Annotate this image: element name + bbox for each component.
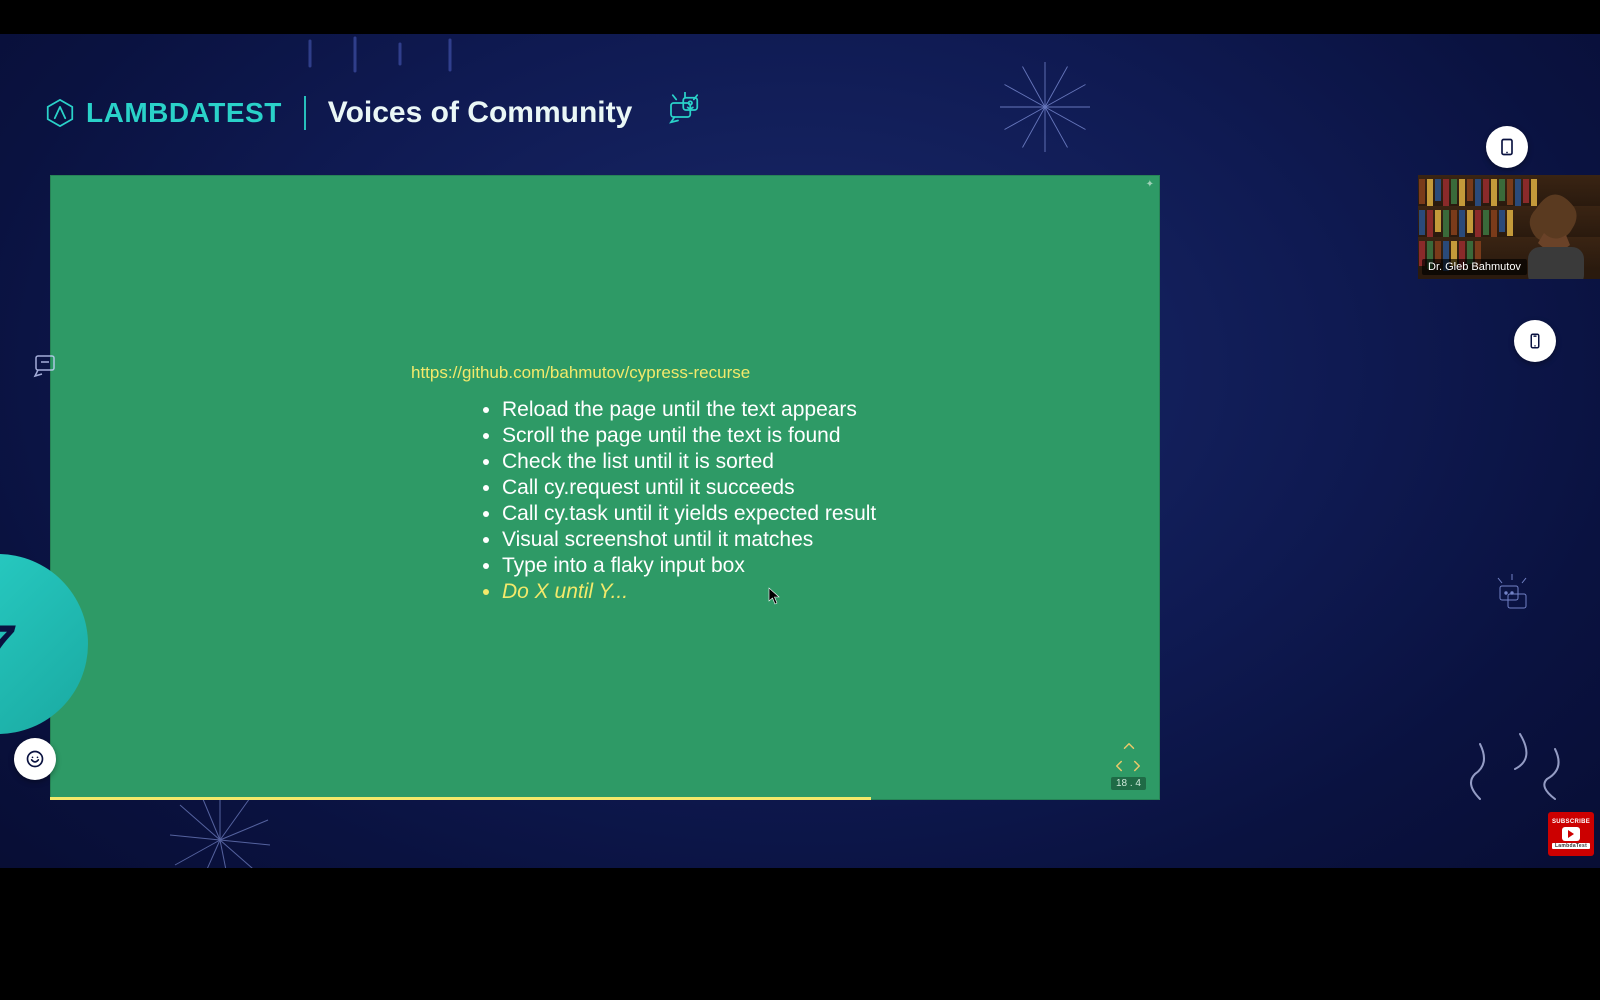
slide-bullet-list: Reload the page until the text appears S… — [480, 397, 876, 605]
slide-bullet: Scroll the page until the text is found — [502, 423, 876, 449]
header-chat-icon — [664, 92, 706, 133]
subscribe-badge[interactable]: SUBSCRIBE LambdaTest — [1548, 812, 1594, 856]
smile-check-icon — [25, 749, 45, 769]
device-tablet-button[interactable] — [1486, 126, 1528, 168]
lambdatest-logo-icon — [46, 99, 74, 127]
brand-name: LAMBDATEST — [86, 97, 282, 129]
slide-bullet: Type into a flaky input box — [502, 553, 876, 579]
header-separator — [304, 96, 306, 130]
slide-bullet: Reload the page until the text appears — [502, 397, 876, 423]
slide-url[interactable]: https://github.com/bahmutov/cypress-recu… — [411, 363, 750, 383]
slide-corner-star-icon: ✦ — [1146, 179, 1154, 190]
big-circle-glyph: 7 — [0, 612, 22, 677]
slide-nav-up-icon[interactable] — [1120, 737, 1138, 755]
decor-starburst-1 — [1000, 62, 1090, 152]
slide-bullet-emph: Do X until Y... — [502, 579, 876, 605]
letterbox-top — [0, 0, 1600, 34]
slide-progress-bar — [50, 797, 871, 800]
slide-nav-next-icon[interactable] — [1128, 757, 1146, 775]
header-title: Voices of Community — [328, 96, 632, 130]
youtube-play-icon — [1562, 827, 1580, 841]
status-smile-button[interactable] — [14, 738, 56, 780]
slide-bullet: Call cy.task until it yields expected re… — [502, 501, 876, 527]
slide-bullet: Call cy.request until it succeeds — [502, 475, 876, 501]
header: LAMBDATEST Voices of Community — [46, 92, 706, 133]
slide-bullet: Check the list until it is sorted — [502, 449, 876, 475]
slide-bullet: Visual screenshot until it matches — [502, 527, 876, 553]
slide-nav: 18 . 4 — [1110, 737, 1146, 790]
letterbox-bottom — [0, 868, 1600, 1000]
slide-counter: 18 . 4 — [1111, 777, 1146, 790]
decor-starburst-2 — [170, 790, 270, 868]
slide-nav-prev-icon[interactable] — [1110, 757, 1128, 775]
presentation-slide[interactable]: ✦ https://github.com/bahmutov/cypress-re… — [50, 175, 1160, 800]
subscribe-label: SUBSCRIBE — [1552, 819, 1590, 825]
decor-dashes-top — [300, 36, 500, 76]
subscribe-channel: LambdaTest — [1552, 843, 1590, 849]
brand-logo: LAMBDATEST — [46, 97, 282, 129]
device-mobile-button[interactable] — [1514, 320, 1556, 362]
mobile-icon — [1526, 332, 1544, 350]
decor-chat-icon — [1490, 574, 1534, 623]
video-stage: LAMBDATEST Voices of Community ✦ https — [0, 34, 1600, 868]
mouse-cursor-icon — [768, 587, 782, 605]
webcam-feed[interactable]: Dr. Gleb Bahmutov — [1418, 175, 1600, 279]
webcam-name-tag: Dr. Gleb Bahmutov — [1422, 259, 1527, 275]
tablet-icon — [1497, 137, 1517, 157]
